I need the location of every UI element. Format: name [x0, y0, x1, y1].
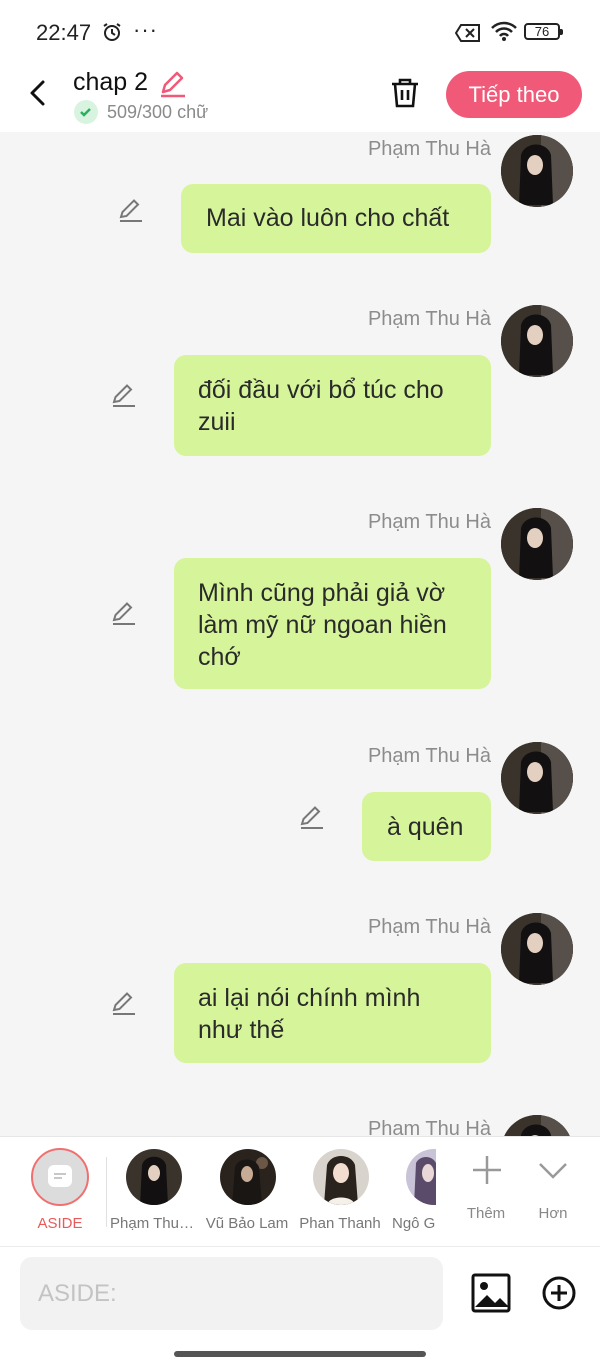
check-icon [74, 100, 98, 124]
avatar[interactable] [501, 742, 573, 814]
image-icon[interactable] [471, 1273, 511, 1313]
message-sender: Phạm Thu Hà [367, 1118, 491, 1136]
edit-message-icon[interactable] [110, 988, 138, 1016]
avatar[interactable] [501, 305, 573, 377]
battery-indicator: 76 [524, 23, 563, 40]
edit-message-icon[interactable] [110, 380, 138, 408]
message-sender: Phạm Thu Hà [367, 511, 491, 533]
avatar[interactable] [501, 508, 573, 580]
expand-label[interactable]: Hơn [523, 1205, 583, 1222]
message-bubble[interactable]: Mai vào luôn cho chất [181, 184, 491, 253]
character-name[interactable]: Phạm Thu Hà [110, 1215, 198, 1232]
message-bubble[interactable]: đối đầu với bổ túc cho zuii [174, 355, 491, 456]
status-time: 22:47 [36, 20, 92, 45]
trash-icon[interactable] [388, 76, 422, 110]
character-avatar[interactable] [313, 1149, 369, 1205]
message-input[interactable] [20, 1257, 443, 1330]
character-avatar[interactable] [220, 1149, 276, 1205]
divider [106, 1157, 107, 1227]
next-button[interactable]: Tiếp theo [446, 71, 582, 118]
character-avatar[interactable] [126, 1149, 182, 1205]
no-sim-icon [455, 24, 480, 42]
chevron-down-icon[interactable] [535, 1152, 571, 1188]
message-sender: Phạm Thu Hà [367, 916, 491, 938]
character-name[interactable]: Vũ Bảo Lam [203, 1215, 291, 1232]
avatar[interactable] [501, 913, 573, 985]
character-selector: ASIDE Phạm Thu Hà Vũ Bảo Lam Phan Thanh … [0, 1136, 600, 1247]
editor-header: chap 2 509/300 chữ Tiếp theo [0, 64, 600, 132]
edit-title-icon[interactable] [158, 68, 188, 98]
character-name[interactable]: Ngô G [392, 1215, 436, 1232]
back-arrow-icon[interactable] [24, 78, 54, 108]
word-count: 509/300 chữ [107, 102, 209, 122]
message-bubble[interactable]: ai lại nói chính mình như thế [174, 963, 491, 1063]
message-sender: Phạm Thu Hà [367, 138, 491, 160]
edit-message-icon[interactable] [117, 195, 145, 223]
home-indicator [174, 1351, 426, 1357]
edit-message-icon[interactable] [110, 598, 138, 626]
wifi-icon [491, 21, 517, 41]
composer [0, 1246, 600, 1368]
avatar[interactable] [501, 135, 573, 207]
character-name[interactable]: Phan Thanh [296, 1215, 384, 1232]
aside-icon [48, 1165, 72, 1187]
character-avatar[interactable] [406, 1149, 436, 1205]
add-character-label[interactable]: Thêm [456, 1205, 516, 1222]
more-notifications-icon: ··· [133, 17, 158, 42]
message-bubble[interactable]: Mình cũng phải giả vờ làm mỹ nữ ngoan hi… [174, 558, 491, 689]
message-sender: Phạm Thu Hà [367, 308, 491, 330]
message-sender: Phạm Thu Hà [367, 745, 491, 767]
aside-label: ASIDE [37, 1215, 83, 1232]
plus-icon[interactable] [469, 1152, 505, 1188]
chapter-title[interactable]: chap 2 [73, 68, 148, 97]
aside-button[interactable] [31, 1148, 89, 1206]
status-bar: 22:47 ··· 76 [0, 0, 600, 64]
chat-area[interactable]: Phạm Thu Hà Mai vào luôn cho chất Phạm T… [0, 132, 600, 1136]
add-circle-icon[interactable] [541, 1275, 577, 1311]
alarm-icon [103, 23, 121, 41]
message-bubble[interactable]: à quên [362, 792, 491, 861]
edit-message-icon[interactable] [298, 802, 326, 830]
avatar[interactable] [501, 1115, 573, 1136]
